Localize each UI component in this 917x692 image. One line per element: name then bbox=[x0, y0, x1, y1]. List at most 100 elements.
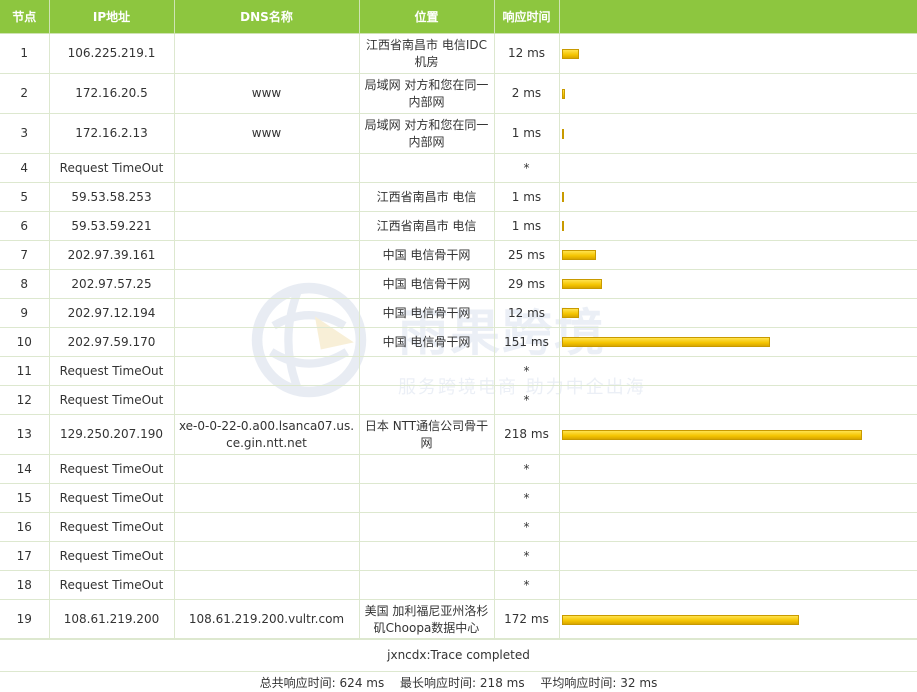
hop-time-cell: 12 ms bbox=[494, 33, 560, 74]
hop-ip-cell: 106.225.219.1 bbox=[49, 33, 175, 74]
hop-node-cell: 4 bbox=[0, 153, 50, 183]
hop-list: 1 106.225.219.1 江西省南昌市 电信IDC机房 12 ms 2 172.16… bbox=[0, 33, 917, 640]
hop-time-cell: * bbox=[494, 454, 560, 484]
hop-dns-cell bbox=[174, 269, 360, 299]
hop-location-cell: 江西省南昌市 电信 bbox=[359, 182, 495, 212]
hop-ip-cell: 108.61.219.200 bbox=[49, 599, 175, 640]
hop-dns-cell: www bbox=[174, 113, 360, 154]
hop-time-cell: * bbox=[494, 541, 560, 571]
hop-dns-cell bbox=[174, 483, 360, 513]
hop-time-cell: 151 ms bbox=[494, 327, 560, 357]
table-row: 14 Request TimeOut * bbox=[0, 454, 917, 484]
response-time-bar bbox=[561, 48, 579, 59]
hop-location-cell: 中国 电信骨干网 bbox=[359, 269, 495, 299]
hop-node-cell: 1 bbox=[0, 33, 50, 74]
response-time-bar bbox=[561, 88, 565, 99]
hop-location-cell: 中国 电信骨干网 bbox=[359, 240, 495, 270]
hop-location-cell bbox=[359, 454, 495, 484]
traceroute-page: 雨果跨境 服务跨境电商 助力中企出海 节点 IP地址 DNS名称 位置 响应时间… bbox=[0, 0, 917, 692]
hop-time-cell: 2 ms bbox=[494, 73, 560, 114]
hop-node-cell: 2 bbox=[0, 73, 50, 114]
hop-ip-cell: Request TimeOut bbox=[49, 570, 175, 600]
hop-bar-cell bbox=[559, 153, 917, 183]
response-time-bar bbox=[561, 128, 564, 139]
hop-bar-cell bbox=[559, 512, 917, 542]
hop-location-cell bbox=[359, 541, 495, 571]
hop-location-cell bbox=[359, 512, 495, 542]
hop-dns-cell: xe-0-0-22-0.a00.lsanca07.us.ce.gin.ntt.n… bbox=[174, 414, 360, 455]
hop-bar-cell bbox=[559, 599, 917, 640]
table-row: 8 202.97.57.25 中国 电信骨干网 29 ms bbox=[0, 269, 917, 299]
hop-time-cell: 25 ms bbox=[494, 240, 560, 270]
hop-location-cell: 局域网 对方和您在同一内部网 bbox=[359, 113, 495, 154]
table-row: 3 172.16.2.13 www 局域网 对方和您在同一内部网 1 ms bbox=[0, 113, 917, 154]
hop-ip-cell: 172.16.2.13 bbox=[49, 113, 175, 154]
hop-location-cell bbox=[359, 153, 495, 183]
table-row: 11 Request TimeOut * bbox=[0, 356, 917, 386]
hop-node-cell: 9 bbox=[0, 298, 50, 328]
table-header-row: 节点 IP地址 DNS名称 位置 响应时间 bbox=[0, 0, 917, 34]
response-time-bar bbox=[561, 279, 602, 289]
table-row: 6 59.53.59.221 江西省南昌市 电信 1 ms bbox=[0, 211, 917, 241]
total-time-value: 624 ms bbox=[339, 676, 385, 690]
hop-ip-cell: Request TimeOut bbox=[49, 385, 175, 415]
response-time-bar bbox=[561, 429, 862, 440]
total-time: 总共响应时间: 624 ms bbox=[260, 676, 388, 690]
hop-node-cell: 8 bbox=[0, 269, 50, 299]
column-header-time: 响应时间 bbox=[494, 0, 560, 34]
hop-node-cell: 18 bbox=[0, 570, 50, 600]
hop-ip-cell: Request TimeOut bbox=[49, 153, 175, 183]
longest-time: 最长响应时间: 218 ms bbox=[400, 676, 528, 690]
hop-ip-cell: 59.53.59.221 bbox=[49, 211, 175, 241]
table-row: 9 202.97.12.194 中国 电信骨干网 12 ms bbox=[0, 298, 917, 328]
hop-node-cell: 14 bbox=[0, 454, 50, 484]
hop-time-cell: 218 ms bbox=[494, 414, 560, 455]
table-row: 12 Request TimeOut * bbox=[0, 385, 917, 415]
hop-location-cell bbox=[359, 570, 495, 600]
summary-bar: 总共响应时间: 624 ms 最长响应时间: 218 ms 平均响应时间: 32… bbox=[0, 672, 917, 692]
hop-bar-cell bbox=[559, 240, 917, 270]
hop-dns-cell bbox=[174, 298, 360, 328]
hop-dns-cell bbox=[174, 385, 360, 415]
average-time: 平均响应时间: 32 ms bbox=[540, 676, 657, 690]
hop-ip-cell: 202.97.12.194 bbox=[49, 298, 175, 328]
hop-ip-cell: 202.97.59.170 bbox=[49, 327, 175, 357]
hop-bar-cell bbox=[559, 298, 917, 328]
hop-dns-cell bbox=[174, 454, 360, 484]
response-time-bar bbox=[561, 250, 596, 260]
hop-time-cell: * bbox=[494, 483, 560, 513]
hop-time-cell: 172 ms bbox=[494, 599, 560, 640]
hop-bar-cell bbox=[559, 483, 917, 513]
response-time-bar bbox=[561, 192, 564, 202]
average-time-value: 32 ms bbox=[620, 676, 658, 690]
response-time-bar bbox=[561, 614, 799, 625]
hop-bar-cell bbox=[559, 385, 917, 415]
hop-dns-cell bbox=[174, 33, 360, 74]
hop-bar-cell bbox=[559, 113, 917, 154]
column-header-location: 位置 bbox=[359, 0, 495, 34]
hop-bar-cell bbox=[559, 33, 917, 74]
hop-time-cell: * bbox=[494, 153, 560, 183]
hop-node-cell: 12 bbox=[0, 385, 50, 415]
hop-location-cell: 局域网 对方和您在同一内部网 bbox=[359, 73, 495, 114]
column-header-bar bbox=[559, 0, 917, 34]
hop-time-cell: 1 ms bbox=[494, 182, 560, 212]
hop-node-cell: 15 bbox=[0, 483, 50, 513]
hop-location-cell: 日本 NTT通信公司骨干网 bbox=[359, 414, 495, 455]
hop-node-cell: 19 bbox=[0, 599, 50, 640]
hop-node-cell: 16 bbox=[0, 512, 50, 542]
hop-location-cell bbox=[359, 385, 495, 415]
hop-bar-cell bbox=[559, 182, 917, 212]
hop-ip-cell: 202.97.57.25 bbox=[49, 269, 175, 299]
hop-bar-cell bbox=[559, 414, 917, 455]
hop-location-cell bbox=[359, 483, 495, 513]
average-time-label: 平均响应时间: bbox=[540, 676, 617, 690]
hop-node-cell: 10 bbox=[0, 327, 50, 357]
hop-node-cell: 11 bbox=[0, 356, 50, 386]
hop-bar-cell bbox=[559, 570, 917, 600]
hop-location-cell: 江西省南昌市 电信 bbox=[359, 211, 495, 241]
hop-node-cell: 3 bbox=[0, 113, 50, 154]
hop-node-cell: 17 bbox=[0, 541, 50, 571]
column-header-dns: DNS名称 bbox=[174, 0, 360, 34]
hop-bar-cell bbox=[559, 454, 917, 484]
